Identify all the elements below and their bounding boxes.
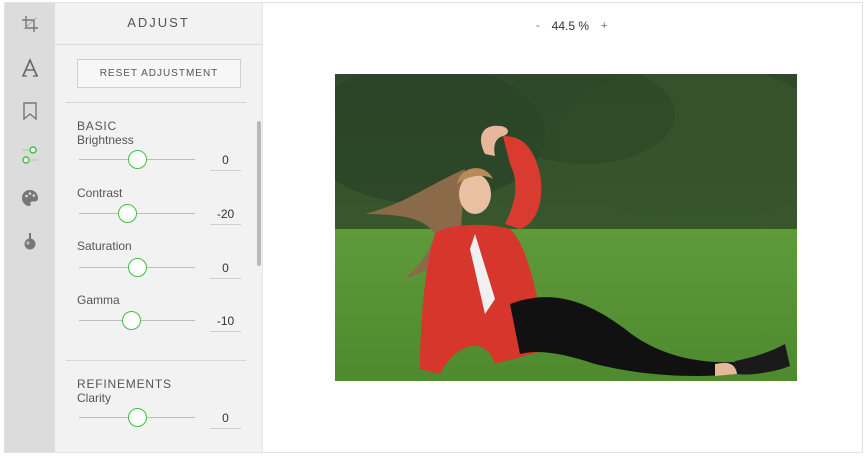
contrast-slider-handle[interactable] [118, 204, 137, 223]
saturation-value-input[interactable]: 0 [210, 258, 241, 279]
contrast-label: Contrast [77, 186, 123, 200]
brush-tool[interactable] [15, 226, 45, 256]
contrast-value-input[interactable]: -20 [210, 204, 241, 225]
brightness-label: Brightness [77, 133, 134, 147]
canvas-stage: - 44.5 % + [264, 3, 862, 452]
brush-icon [24, 233, 36, 250]
zoom-in-button[interactable]: + [599, 20, 609, 32]
adjust-panel: ADJUST RESET ADJUSTMENT BASIC Brightness… [55, 3, 263, 452]
brightness-value-input[interactable]: 0 [210, 150, 241, 171]
zoom-out-button[interactable]: - [534, 20, 542, 32]
clarity-slider-handle[interactable] [128, 408, 147, 427]
gamma-slider-handle[interactable] [122, 311, 141, 330]
gamma-label: Gamma [77, 293, 120, 307]
saturation-label: Saturation [77, 239, 132, 253]
divider [66, 102, 246, 103]
crop-icon [22, 16, 38, 32]
divider [55, 44, 262, 45]
clarity-value-input[interactable]: 0 [210, 408, 241, 429]
section-basic: BASIC [77, 119, 118, 133]
photo-canvas [335, 74, 797, 381]
bookmark-icon [23, 102, 37, 121]
brightness-slider-handle[interactable] [128, 150, 147, 169]
palette-icon [22, 190, 38, 206]
section-refinements: REFINEMENTS [77, 377, 172, 391]
divider [66, 360, 246, 361]
gamma-value-input[interactable]: -10 [210, 311, 241, 332]
clarity-label: Clarity [77, 391, 112, 405]
contrast-slider-track[interactable] [79, 213, 195, 214]
palette-tool[interactable] [15, 183, 45, 213]
tool-rail [5, 3, 55, 452]
reset-adjustment-button[interactable]: RESET ADJUSTMENT [77, 59, 241, 88]
saturation-slider-handle[interactable] [128, 258, 147, 277]
crop-tool[interactable] [15, 9, 45, 39]
text-icon [22, 58, 38, 77]
zoom-level: 44.5 % [551, 19, 590, 33]
edited-photo[interactable] [335, 74, 797, 381]
panel-scrollbar[interactable] [257, 121, 261, 266]
panel-title: ADJUST [127, 15, 190, 30]
adjust-sliders-icon [22, 146, 38, 164]
editor-window: ADJUST RESET ADJUSTMENT BASIC Brightness… [4, 2, 863, 453]
text-tool[interactable] [15, 53, 45, 83]
bookmark-tool[interactable] [15, 96, 45, 126]
zoom-control: - 44.5 % + [534, 18, 609, 34]
adjust-tool[interactable] [15, 140, 45, 170]
